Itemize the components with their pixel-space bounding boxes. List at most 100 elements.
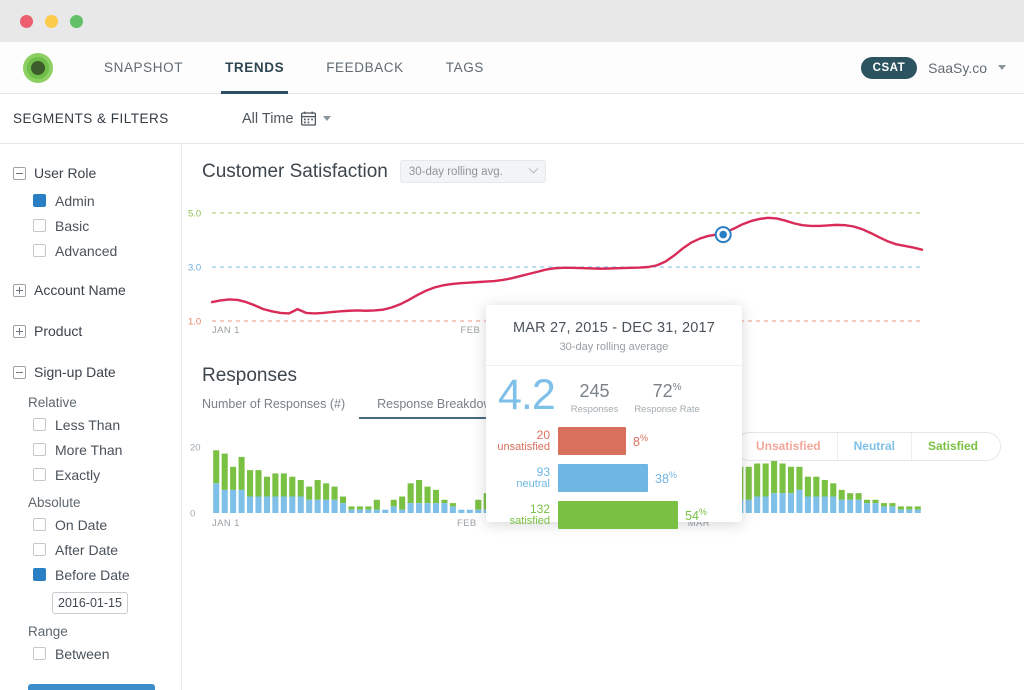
filter-group-signup-date: Sign-up Date Relative Less Than More Tha… <box>0 357 181 666</box>
svg-text:3.0: 3.0 <box>188 263 201 274</box>
apply-filter-button[interactable]: APPLY FILTER <box>28 684 155 690</box>
filter-group-product-header[interactable]: Product <box>0 316 181 346</box>
checkbox-basic-label: Basic <box>55 217 90 234</box>
minus-icon[interactable] <box>13 166 26 180</box>
checkbox-more-than[interactable] <box>33 443 46 456</box>
tooltip-satisfied-label: 132 satisfied <box>486 501 558 528</box>
app-window: SNAPSHOT TRENDS FEEDBACK TAGS CSAT SaaSy… <box>0 0 1024 690</box>
tooltip-satisfied-bar <box>558 501 678 529</box>
checkbox-row-exactly[interactable]: Exactly <box>0 462 181 487</box>
page-title: Customer Satisfaction <box>202 160 388 182</box>
plus-icon[interactable] <box>13 283 26 297</box>
csat-badge[interactable]: CSAT <box>860 56 918 79</box>
svg-text:1.0: 1.0 <box>188 317 201 328</box>
date-range-selector[interactable]: All Time <box>242 111 331 127</box>
tab-number-of-responses[interactable]: Number of Responses (#) <box>202 397 359 419</box>
tab-trends[interactable]: TRENDS <box>204 42 305 94</box>
metric-select[interactable]: 30-day rolling avg. <box>399 160 546 183</box>
date-range-chevron-down-icon[interactable] <box>322 116 331 121</box>
tooltip-rate-number: 72 <box>652 381 673 401</box>
checkbox-advanced[interactable] <box>33 244 46 257</box>
checkbox-less-than-label: Less Than <box>55 416 121 433</box>
before-date-input[interactable] <box>52 592 128 614</box>
segments-filters-title: SEGMENTS & FILTERS <box>13 111 169 126</box>
checkbox-before-date-label: Before Date <box>55 566 130 583</box>
segment-neutral[interactable]: Neutral <box>837 433 912 460</box>
window-controls <box>20 15 83 28</box>
tooltip-responses-stat: 245 Responses <box>571 381 619 415</box>
svg-text:JAN 1: JAN 1 <box>212 325 240 336</box>
plus-icon[interactable] <box>13 324 26 338</box>
app-logo-icon[interactable] <box>23 52 53 83</box>
tab-tags[interactable]: TAGS <box>425 42 505 94</box>
chevron-down-icon[interactable] <box>998 65 1006 70</box>
zoom-button-icon[interactable] <box>70 15 83 28</box>
checkbox-row-between[interactable]: Between <box>0 641 181 666</box>
tooltip-unsatisfied-bar <box>558 427 626 455</box>
tooltip-rate-unit: % <box>672 382 682 393</box>
checkbox-row-more-than[interactable]: More Than <box>0 437 181 462</box>
checkbox-before-date[interactable] <box>33 568 46 581</box>
tooltip-neutral-pct-number: 38 <box>655 472 669 487</box>
checkbox-between[interactable] <box>33 647 46 660</box>
tooltip-row-neutral: 93 neutral 38% <box>486 462 742 494</box>
checkbox-on-date-label: On Date <box>55 516 108 533</box>
minimize-button-icon[interactable] <box>45 15 58 28</box>
checkbox-after-date[interactable] <box>33 543 46 556</box>
tooltip-unsatisfied-pct-number: 8 <box>633 435 640 450</box>
top-navigation: SNAPSHOT TRENDS FEEDBACK TAGS CSAT SaaSy… <box>0 42 1024 94</box>
segment-unsatisfied[interactable]: Unsatisfied <box>735 433 838 460</box>
subgroup-absolute-label: Absolute <box>28 495 81 510</box>
svg-text:FEB: FEB <box>461 325 481 336</box>
filter-group-account-name: Account Name <box>0 275 181 305</box>
account-name-label[interactable]: SaaSy.co <box>928 60 987 76</box>
tab-snapshot[interactable]: SNAPSHOT <box>83 42 204 94</box>
checkbox-after-date-label: After Date <box>55 541 119 558</box>
tab-feedback[interactable]: FEEDBACK <box>305 42 425 94</box>
subgroup-range-label: Range <box>28 624 68 639</box>
tooltip-unsatisfied-count: 20 <box>536 427 550 442</box>
tooltip-stats: 4.2 245 Responses 72% Response Rate <box>486 366 742 421</box>
tooltip-unsatisfied-text: unsatisfied <box>497 441 550 453</box>
filter-group-user-role: User Role Admin Basic Advanced <box>0 158 181 263</box>
checkbox-on-date[interactable] <box>33 518 46 531</box>
nav-right-group: CSAT SaaSy.co <box>860 56 1006 79</box>
close-button-icon[interactable] <box>20 15 33 28</box>
checkbox-between-label: Between <box>55 645 110 662</box>
subgroup-relative-label: Relative <box>28 395 77 410</box>
checkbox-row-advanced[interactable]: Advanced <box>0 238 181 263</box>
tooltip-neutral-label: 93 neutral <box>486 465 558 491</box>
tooltip-score: 4.2 <box>498 371 556 419</box>
tooltip-unsatisfied-pct-unit: % <box>639 432 648 443</box>
checkbox-row-less-than[interactable]: Less Than <box>0 412 181 437</box>
checkbox-row-basic[interactable]: Basic <box>0 213 181 238</box>
date-range-label: All Time <box>242 110 294 127</box>
tooltip-neutral-text: neutral <box>516 478 550 490</box>
checkbox-row-after-date[interactable]: After Date <box>0 537 181 562</box>
filter-group-user-role-header[interactable]: User Role <box>0 158 181 188</box>
segment-satisfied[interactable]: Satisfied <box>911 433 1000 460</box>
filters-sidebar: User Role Admin Basic Advanced Account N… <box>0 144 182 690</box>
checkbox-admin[interactable] <box>33 194 46 207</box>
filter-group-signup-date-header[interactable]: Sign-up Date <box>0 357 181 387</box>
minus-icon[interactable] <box>13 365 26 379</box>
checkbox-row-before-date[interactable]: Before Date <box>0 562 181 587</box>
filter-group-account-name-header[interactable]: Account Name <box>0 275 181 305</box>
tooltip-rate-value: 72% <box>634 381 699 402</box>
metric-select-value: 30-day rolling avg. <box>408 165 503 178</box>
checkbox-row-admin[interactable]: Admin <box>0 188 181 213</box>
tooltip-row-satisfied: 132 satisfied 54% <box>486 499 742 531</box>
tooltip-satisfied-count: 132 <box>529 501 550 516</box>
checkbox-row-on-date[interactable]: On Date <box>0 512 181 537</box>
tooltip-neutral-bar <box>558 464 648 492</box>
checkbox-basic[interactable] <box>33 219 46 232</box>
svg-text:JAN 1: JAN 1 <box>212 518 240 529</box>
tooltip-unsatisfied-label: 20 unsatisfied <box>486 427 558 454</box>
chevron-down-icon <box>528 163 539 174</box>
nav-tabs: SNAPSHOT TRENDS FEEDBACK TAGS <box>83 42 505 94</box>
tooltip-satisfied-text: satisfied <box>509 515 550 527</box>
checkbox-exactly[interactable] <box>33 468 46 481</box>
checkbox-less-than[interactable] <box>33 418 46 431</box>
filter-group-product-label: Product <box>34 323 83 339</box>
filter-group-product: Product <box>0 316 181 346</box>
